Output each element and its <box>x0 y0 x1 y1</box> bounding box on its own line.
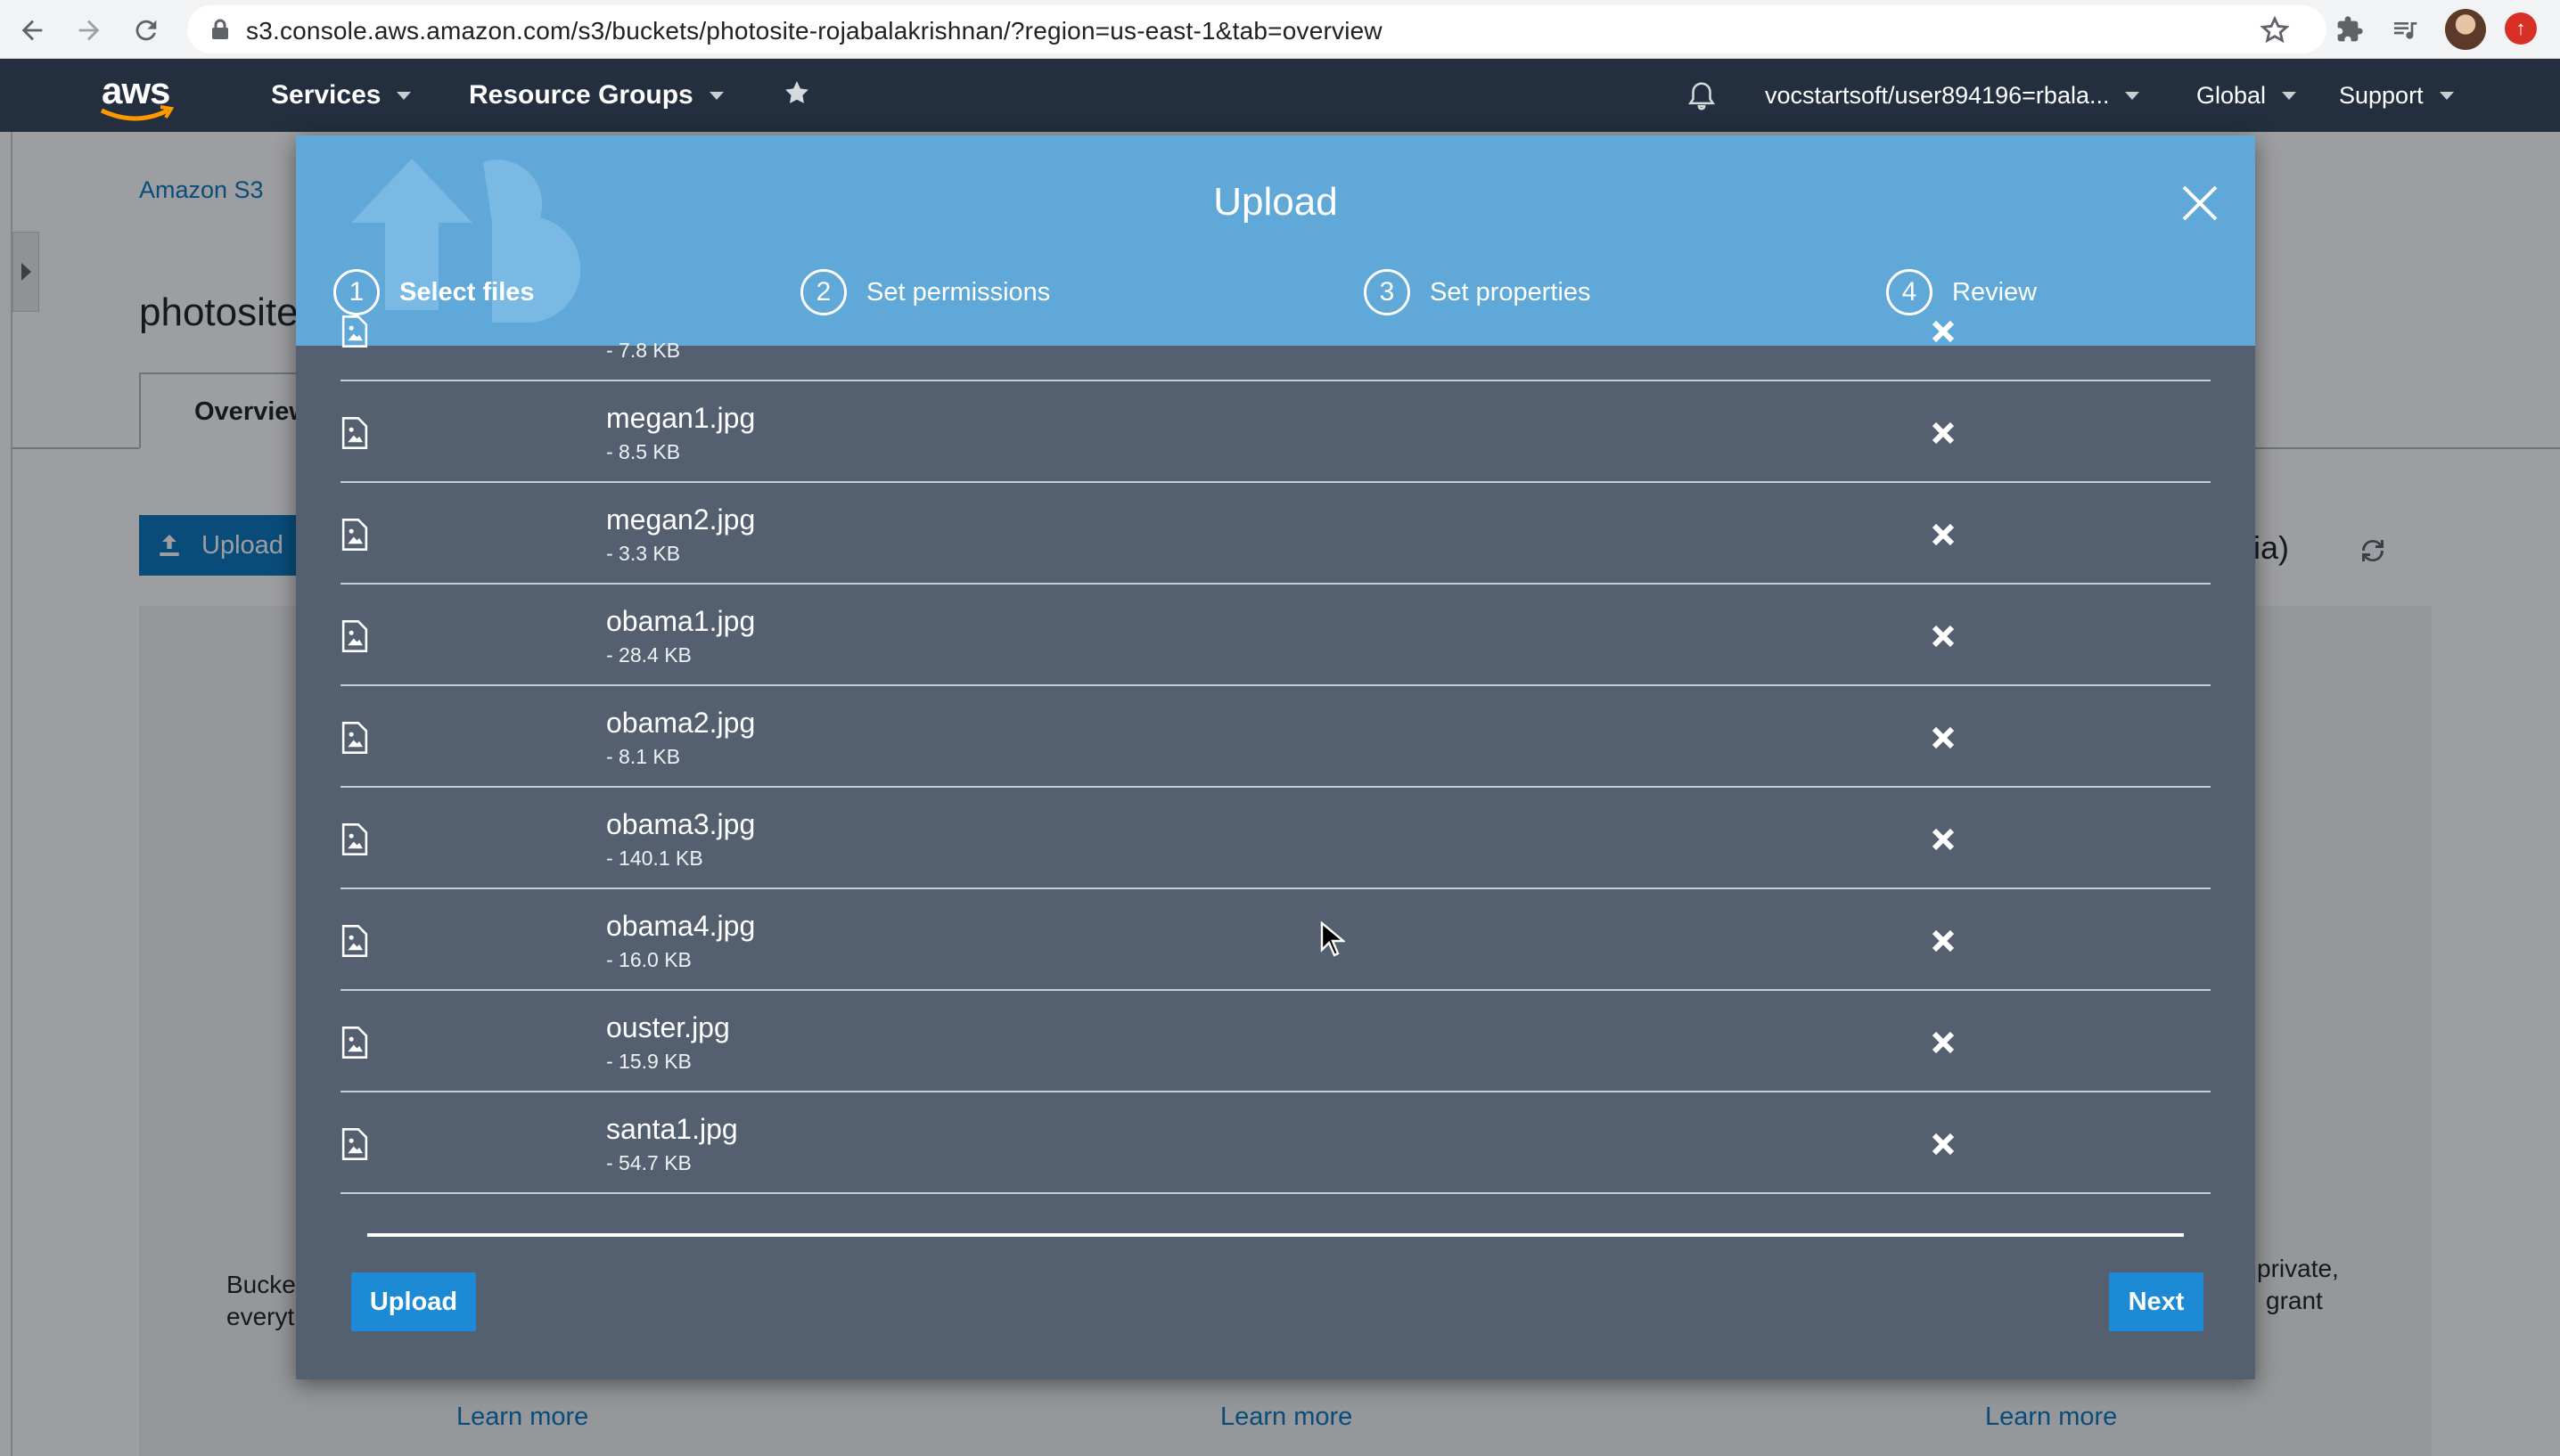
resource-groups-menu[interactable]: Resource Groups <box>469 80 724 110</box>
file-size: - 3.3 KB <box>606 542 681 565</box>
image-file-icon <box>341 1128 368 1160</box>
file-size: - 8.1 KB <box>606 745 681 768</box>
remove-icon[interactable] <box>1929 1130 1957 1158</box>
aws-logo[interactable]: aws <box>98 70 178 123</box>
chevron-down-icon <box>2125 92 2140 100</box>
puzzle-icon[interactable] <box>2330 10 2369 49</box>
region-menu[interactable]: Global <box>2196 82 2297 110</box>
image-file-icon <box>341 315 368 348</box>
remove-icon[interactable] <box>1929 317 1957 346</box>
image-file-icon <box>341 620 368 652</box>
list-divider <box>367 1233 2184 1237</box>
media-icon[interactable] <box>2385 10 2425 49</box>
image-file-icon <box>341 519 368 551</box>
file-size: - 8.5 KB <box>606 440 681 463</box>
file-size: - 28.4 KB <box>606 643 692 667</box>
file-size: - 7.8 KB <box>606 339 681 362</box>
file-name: obama4.jpg <box>606 910 756 942</box>
list-item: santa1.jpg - 54.7 KB <box>341 1092 2211 1194</box>
image-file-icon <box>341 722 368 754</box>
url-text: s3.console.aws.amazon.com/s3/buckets/pho… <box>246 17 1383 45</box>
upload-dialog: Upload 1 Select files 2 Set permissions 3S… <box>296 135 2255 1379</box>
chevron-down-icon <box>709 91 724 100</box>
image-file-icon <box>341 925 368 957</box>
remove-icon[interactable] <box>1929 825 1957 854</box>
file-name: ouster.jpg <box>606 1011 730 1043</box>
bell-icon[interactable] <box>1685 78 1719 114</box>
remove-icon[interactable] <box>1929 622 1957 650</box>
reload-icon[interactable] <box>127 11 166 50</box>
file-name: obama2.jpg <box>606 707 756 739</box>
list-item: obama1.jpg - 28.4 KB <box>341 585 2211 686</box>
aws-smile-icon <box>100 105 175 121</box>
profile-avatar[interactable] <box>2445 9 2486 50</box>
address-bar[interactable]: s3.console.aws.amazon.com/s3/buckets/pho… <box>187 5 2326 53</box>
file-size: - 140.1 KB <box>606 847 703 870</box>
services-menu[interactable]: Services <box>271 80 412 110</box>
image-file-icon <box>341 417 368 449</box>
next-button[interactable]: Next <box>2109 1272 2203 1331</box>
list-item: - 7.8 KB <box>341 280 2211 381</box>
remove-icon[interactable] <box>1929 724 1957 752</box>
remove-icon[interactable] <box>1929 1028 1957 1057</box>
list-item: obama3.jpg - 140.1 KB <box>341 788 2211 889</box>
support-menu[interactable]: Support <box>2339 82 2454 110</box>
list-item: megan2.jpg - 3.3 KB <box>341 483 2211 585</box>
browser-toolbar: s3.console.aws.amazon.com/s3/buckets/pho… <box>0 0 2560 59</box>
chevron-down-icon <box>2282 92 2297 100</box>
back-icon[interactable] <box>12 11 52 50</box>
list-item: ouster.jpg - 15.9 KB <box>341 991 2211 1092</box>
aws-navbar: aws Services Resource Groups vocstartsof… <box>0 59 2560 132</box>
close-icon[interactable] <box>2178 182 2221 225</box>
account-menu[interactable]: vocstartsoft/user894196=rbala... <box>1765 82 2140 110</box>
forward-icon[interactable] <box>70 11 109 50</box>
file-size: - 16.0 KB <box>606 948 692 971</box>
file-name: megan2.jpg <box>606 503 756 536</box>
chevron-down-icon <box>2439 92 2454 100</box>
image-file-icon <box>341 823 368 855</box>
remove-icon[interactable] <box>1929 520 1957 549</box>
remove-icon[interactable] <box>1929 419 1957 447</box>
lock-icon <box>212 19 228 39</box>
list-item: obama2.jpg - 8.1 KB <box>341 686 2211 788</box>
file-size: - 54.7 KB <box>606 1151 692 1174</box>
chevron-down-icon <box>397 91 412 100</box>
file-name: megan1.jpg <box>606 402 756 434</box>
remove-icon[interactable] <box>1929 927 1957 955</box>
pin-icon[interactable] <box>781 77 813 112</box>
list-item: obama4.jpg - 16.0 KB <box>341 889 2211 991</box>
image-file-icon <box>341 1027 368 1059</box>
file-list[interactable]: - 7.8 KB megan1.jpg - 8.5 KB megan2.jpg … <box>341 315 2211 1360</box>
star-icon[interactable] <box>2255 11 2294 50</box>
file-size: - 15.9 KB <box>606 1050 692 1073</box>
file-name: obama1.jpg <box>606 605 756 637</box>
file-name: obama3.jpg <box>606 808 756 840</box>
file-name: santa1.jpg <box>606 1113 738 1145</box>
update-icon[interactable]: ↑ <box>2505 12 2537 45</box>
upload-button[interactable]: Upload <box>351 1272 476 1331</box>
dialog-title: Upload <box>1213 180 1338 224</box>
list-item: megan1.jpg - 8.5 KB <box>341 381 2211 483</box>
cursor-icon <box>1320 921 1345 957</box>
